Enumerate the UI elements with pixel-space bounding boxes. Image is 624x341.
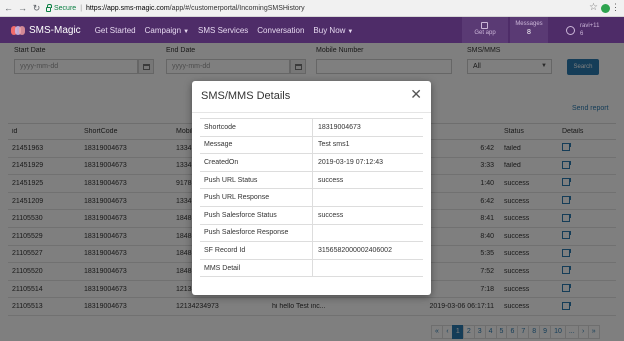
user-name: ravi+11 bbox=[580, 23, 600, 29]
mobile-icon bbox=[481, 22, 488, 29]
url-host: https://app.sms-magic.com bbox=[86, 4, 170, 12]
detail-value: success bbox=[318, 176, 344, 184]
nav-sms-services[interactable]: SMS Services bbox=[198, 26, 248, 35]
address-bar[interactable]: https://app.sms-magic.com/app/#/customer… bbox=[86, 5, 305, 12]
user-menu[interactable]: ravi+11 6 bbox=[552, 17, 624, 43]
detail-key: CreatedOn bbox=[200, 154, 313, 171]
get-app-label: Get app bbox=[474, 30, 496, 36]
extension-icon[interactable] bbox=[601, 4, 610, 13]
user-info: ravi+11 6 bbox=[580, 22, 599, 38]
detail-key: Push URL Response bbox=[200, 189, 313, 206]
nav-buy-now[interactable]: Buy Now ▼ bbox=[313, 26, 353, 35]
detail-key: Shortcode bbox=[200, 119, 313, 136]
forward-icon[interactable]: → bbox=[17, 3, 28, 14]
detail-key: SF Record Id bbox=[200, 242, 313, 259]
url-path: /app/#/customerportal/IncomingSMSHistory bbox=[169, 4, 305, 12]
nav-get-started[interactable]: Get Started bbox=[95, 26, 136, 35]
nav-conversation[interactable]: Conversation bbox=[257, 26, 304, 35]
detail-row: MMS Detail bbox=[200, 259, 423, 278]
detail-key: Push Salesforce Status bbox=[200, 206, 313, 224]
detail-key: Push URL Status bbox=[200, 171, 313, 189]
detail-key: Push Salesforce Response bbox=[200, 224, 313, 242]
detail-row: Push Salesforce Response bbox=[200, 224, 423, 243]
detail-key: MMS Detail bbox=[200, 259, 313, 277]
browser-toolbar: ← → ↻ Secure | https://app.sms-magic.com… bbox=[0, 0, 624, 17]
modal-divider bbox=[192, 112, 431, 113]
detail-value: 3156582000002406002 bbox=[318, 246, 392, 254]
detail-value: Test sms1 bbox=[318, 141, 350, 149]
detail-row: Push Salesforce Status success bbox=[200, 206, 423, 225]
chevron-down-icon: ▼ bbox=[183, 28, 190, 35]
messages-count: 8 bbox=[527, 29, 531, 36]
nav-campaign[interactable]: Campaign ▼ bbox=[145, 26, 189, 35]
messages-counter[interactable]: Messages 8 bbox=[510, 17, 548, 43]
logo-mark-icon bbox=[11, 25, 25, 35]
lock-icon bbox=[46, 3, 52, 12]
close-icon[interactable]: ✕ bbox=[410, 86, 422, 103]
nav-campaign-label: Campaign bbox=[144, 25, 182, 35]
logo[interactable]: SMS-Magic bbox=[11, 25, 81, 36]
detail-key: Message bbox=[200, 136, 313, 154]
detail-row: SF Record Id 3156582000002406002 bbox=[200, 242, 423, 260]
modal-title: SMS/MMS Details bbox=[201, 90, 291, 102]
bookmark-star-icon[interactable]: ☆ bbox=[589, 2, 598, 13]
avatar bbox=[566, 25, 575, 35]
reload-icon[interactable]: ↻ bbox=[31, 3, 42, 14]
detail-value: 18319004673 bbox=[318, 123, 361, 131]
secure-label: Secure bbox=[54, 4, 77, 12]
detail-row: Push URL Status success bbox=[200, 171, 423, 190]
browser-menu-icon[interactable]: ⋮ bbox=[611, 2, 620, 13]
main-nav: Get Started Campaign ▼ SMS Services Conve… bbox=[95, 26, 363, 35]
secure-indicator[interactable]: Secure bbox=[46, 3, 77, 12]
detail-value: success bbox=[318, 211, 344, 219]
chevron-down-icon: ▼ bbox=[347, 28, 354, 35]
user-id: 6 bbox=[580, 31, 584, 37]
sms-details-modal: SMS/MMS Details ✕ Shortcode 18319004673 Me… bbox=[192, 81, 431, 295]
messages-label: Messages bbox=[515, 21, 543, 27]
detail-row: Shortcode 18319004673 bbox=[200, 119, 423, 137]
detail-value: 2019-03-19 07:12:43 bbox=[318, 158, 383, 166]
details-table: Shortcode 18319004673 Message Test sms1 Crea… bbox=[200, 118, 423, 278]
get-app-button[interactable]: Get app bbox=[462, 17, 508, 43]
nav-buy-now-label: Buy Now bbox=[313, 25, 346, 35]
url-separator: | bbox=[80, 4, 83, 12]
detail-row: Push URL Response bbox=[200, 189, 423, 207]
detail-row: Message Test sms1 bbox=[200, 136, 423, 155]
back-icon[interactable]: ← bbox=[3, 3, 14, 14]
logo-text: SMS-Magic bbox=[29, 24, 81, 36]
detail-row: CreatedOn 2019-03-19 07:12:43 bbox=[200, 154, 423, 172]
